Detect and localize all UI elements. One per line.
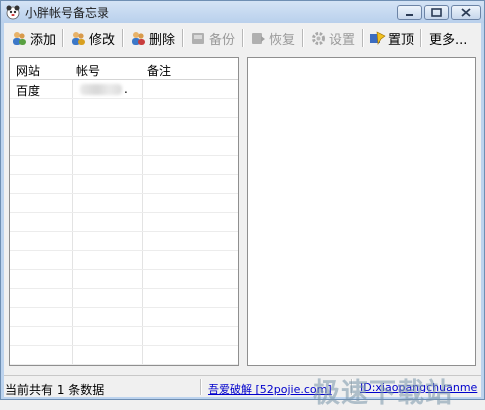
title-bar[interactable]: 小胖帐号备忘录 [1,1,484,23]
app-logo-icon [6,5,20,20]
table-row [10,308,238,327]
column-header-note[interactable]: 备注 [147,62,171,79]
toolbar: 添加 修改 删除 备份 恢复 设置 置顶 更多... [4,23,481,53]
column-header-site[interactable]: 网站 [16,62,40,79]
restore-button[interactable]: 恢复 [250,27,295,49]
table-row [10,251,238,270]
toolbar-separator [242,29,243,47]
edit-user-icon [72,31,85,45]
maximize-icon [431,8,442,17]
add-label: 添加 [30,32,57,48]
table-row [10,194,238,213]
table-row [10,232,238,251]
masked-account [80,84,122,95]
toolbar-separator [362,29,363,47]
table-row [10,99,238,118]
window-title: 小胖帐号备忘录 [25,6,110,20]
toolbar-separator [62,29,63,47]
column-header-account[interactable]: 帐号 [76,62,100,79]
toolbar-separator [122,29,123,47]
watermark-text: 极速下载站 [313,378,453,409]
pin-top-button[interactable]: 置顶 [369,27,414,49]
table-row[interactable]: 百度 . [10,80,238,99]
table-header: 网站 帐号 备注 [10,58,238,80]
record-count-text: 当前共有 1 条数据 [5,383,105,397]
gear-icon [312,31,325,45]
status-separator [200,379,201,395]
add-button[interactable]: 添加 [11,27,56,49]
minimize-icon [406,14,413,16]
client-area: 添加 修改 删除 备份 恢复 设置 置顶 更多... 网站 帐号 备注 百度 .… [4,23,481,409]
delete-user-icon [132,31,145,45]
toolbar-separator [420,29,421,47]
account-table[interactable]: 网站 帐号 备注 百度 . [9,57,239,366]
table-row [10,175,238,194]
pin-top-label: 置顶 [388,32,415,48]
delete-label: 删除 [149,32,176,48]
table-row [10,118,238,137]
detail-panel[interactable] [247,57,476,366]
table-row [10,327,238,346]
settings-label: 设置 [329,32,356,48]
minimize-button[interactable] [397,5,422,20]
close-icon [461,8,471,17]
cell-site: 百度 [16,84,41,98]
app-window: 小胖帐号备忘录 添加 修改 删除 备份 恢复 设置 置顶 更多... 网站 帐号… [0,0,485,409]
restore-label: 恢复 [269,32,296,48]
settings-button[interactable]: 设置 [310,27,355,49]
maximize-button[interactable] [424,5,449,20]
table-row [10,289,238,308]
backup-icon [192,32,204,44]
more-button[interactable]: 更多... [429,27,467,49]
toolbar-separator [302,29,303,47]
add-user-icon [13,31,26,45]
table-row [10,156,238,175]
more-label: 更多... [429,32,468,48]
table-row [10,270,238,289]
pin-top-icon [370,30,386,45]
table-row [10,137,238,156]
table-row [10,213,238,232]
backup-button[interactable]: 备份 [190,27,235,49]
edit-button[interactable]: 修改 [70,27,115,49]
edit-label: 修改 [89,32,116,48]
backup-label: 备份 [209,32,236,48]
delete-button[interactable]: 删除 [130,27,175,49]
close-button[interactable] [451,5,481,20]
table-row [10,346,238,365]
restore-icon [252,32,265,44]
toolbar-separator [182,29,183,47]
cell-account-suffix: . [124,82,128,96]
